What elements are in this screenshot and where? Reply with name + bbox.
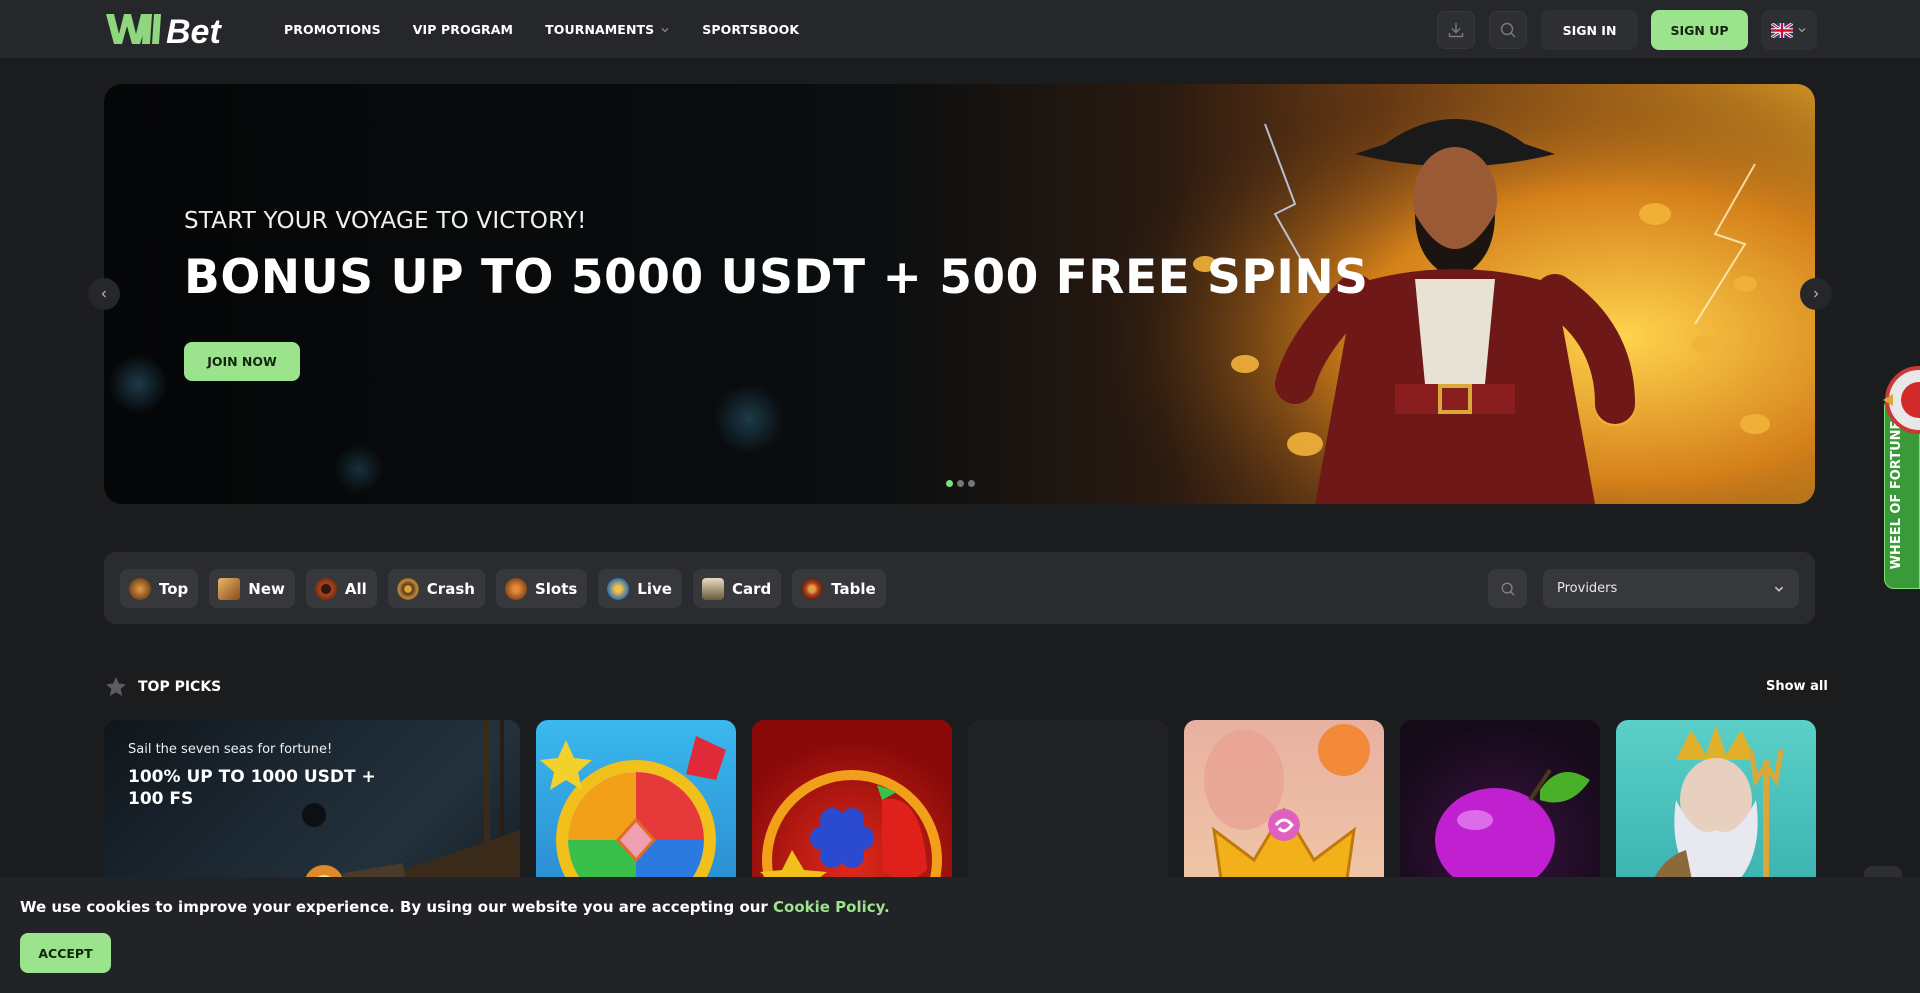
treasure-map-icon <box>218 577 241 600</box>
hero-banner[interactable]: START YOUR VOYAGE TO VICTORY! BONUS UP T… <box>104 84 1815 504</box>
cookie-banner: We use cookies to improve your experienc… <box>0 877 1920 993</box>
game-tile-loading[interactable] <box>968 720 1168 900</box>
category-live[interactable]: Live <box>598 569 682 608</box>
category-card-label: Card <box>731 579 772 598</box>
sign-in-button[interactable]: SIGN IN <box>1541 10 1638 50</box>
chevron-left-icon <box>101 290 106 298</box>
carousel-next-button[interactable] <box>1800 278 1832 310</box>
carousel-dot-1[interactable] <box>946 480 953 487</box>
language-selector[interactable] <box>1761 10 1817 50</box>
ship-wheel-icon <box>396 577 419 600</box>
download-icon <box>1448 23 1464 38</box>
carousel-prev-button[interactable] <box>88 278 120 310</box>
header-search-button[interactable] <box>1489 11 1527 49</box>
providers-label: Providers <box>1557 581 1618 596</box>
nav-promotions-label: PROMOTIONS <box>284 22 381 37</box>
category-crash[interactable]: Crash <box>387 569 485 608</box>
willbet-logo[interactable]: Bet <box>104 10 252 48</box>
accept-cookies-button[interactable]: ACCEPT <box>20 933 111 973</box>
search-icon <box>1500 22 1516 38</box>
category-card[interactable]: Card <box>692 569 782 608</box>
hero-subtitle: START YOUR VOYAGE TO VICTORY! <box>184 208 587 234</box>
nav-vip-program-label: VIP PROGRAM <box>412 22 514 37</box>
join-now-button[interactable]: JOIN NOW <box>184 342 300 381</box>
category-table-label: Table <box>831 579 876 598</box>
nav-tournaments-label: TOURNAMENTS <box>545 22 655 37</box>
game-tile-crown-candy[interactable] <box>1184 720 1384 900</box>
category-tabs: Top New All Crash Slots Live Card Table <box>120 569 886 608</box>
barrel-icon <box>504 577 527 600</box>
compass-icon <box>314 577 337 600</box>
category-new[interactable]: New <box>209 569 295 608</box>
nav-tournaments[interactable]: TOURNAMENTS <box>545 22 670 37</box>
bokeh-decoration <box>334 444 384 494</box>
cookie-policy-link[interactable]: Cookie Policy. <box>773 898 890 916</box>
promo-subtitle: Sail the seven seas for fortune! <box>128 742 333 757</box>
chest-icon <box>129 577 151 600</box>
crown-candy-icon <box>1194 724 1374 900</box>
game-tile-fruit-fire[interactable] <box>752 720 952 900</box>
carousel-dot-2[interactable] <box>957 480 964 487</box>
game-tile-plum[interactable] <box>1400 720 1600 900</box>
game-tile-candy-pinwheel[interactable] <box>536 720 736 900</box>
nav-vip-program[interactable]: VIP PROGRAM <box>413 22 513 37</box>
category-new-label: New <box>248 579 285 598</box>
chevron-down-icon <box>1774 586 1784 592</box>
hero-title: BONUS UP TO 5000 USDT + 500 FREE SPINS <box>184 250 1369 305</box>
fruit-fire-icon <box>760 770 942 900</box>
chevron-down-icon <box>1798 28 1806 33</box>
category-all-label: All <box>344 579 367 598</box>
star-icon <box>106 677 126 696</box>
promo-title: 100% UP TO 1000 USDT + 100 FS <box>128 767 376 809</box>
category-live-label: Live <box>637 579 672 598</box>
poseidon-icon <box>1646 725 1784 900</box>
svg-text:Bet: Bet <box>166 13 222 48</box>
uk-flag-icon <box>1771 22 1793 38</box>
category-crash-label: Crash <box>426 579 475 598</box>
sign-up-button[interactable]: SIGN UP <box>1651 10 1748 50</box>
bokeh-decoration <box>714 384 784 454</box>
skull-card-icon <box>701 577 724 600</box>
cookie-message: We use cookies to improve your experienc… <box>20 898 890 916</box>
category-bar: Top New All Crash Slots Live Card Table <box>104 552 1815 624</box>
providers-dropdown[interactable]: Providers <box>1543 569 1799 608</box>
category-top-label: Top <box>159 579 189 598</box>
cookie-text: We use cookies to improve your experienc… <box>20 898 774 916</box>
roulette-icon <box>801 577 824 600</box>
chevron-down-icon <box>661 27 669 32</box>
show-all-link[interactable]: Show all <box>1766 679 1828 694</box>
search-icon <box>1501 582 1515 596</box>
category-all[interactable]: All <box>305 569 377 608</box>
candy-pinwheel-icon <box>540 736 726 900</box>
game-search-button[interactable] <box>1488 569 1527 608</box>
top-picks-title: TOP PICKS <box>138 679 222 695</box>
category-top[interactable]: Top <box>120 569 199 608</box>
carousel-dots <box>946 480 975 487</box>
nav-sportsbook-label: SPORTSBOOK <box>702 22 800 37</box>
category-slots[interactable]: Slots <box>495 569 588 608</box>
plum-icon <box>1435 768 1590 892</box>
category-table[interactable]: Table <box>792 569 886 608</box>
download-button[interactable] <box>1437 11 1475 49</box>
bokeh-decoration <box>108 354 168 414</box>
site-header: Bet PROMOTIONS VIP PROGRAM TOURNAMENTS S… <box>0 0 1920 59</box>
chevron-right-icon <box>1814 290 1819 298</box>
parrot-icon <box>607 577 630 600</box>
nav-sportsbook[interactable]: SPORTSBOOK <box>702 22 799 37</box>
nav-promotions[interactable]: PROMOTIONS <box>284 22 381 37</box>
carousel-dot-3[interactable] <box>968 480 975 487</box>
category-slots-label: Slots <box>534 579 578 598</box>
top-picks-header: TOP PICKS <box>104 675 221 699</box>
promo-card[interactable]: Sail the seven seas for fortune! 100% UP… <box>104 720 520 900</box>
fortune-wheel-icon <box>1883 366 1920 434</box>
game-tile-poseidon[interactable] <box>1616 720 1816 900</box>
main-nav: PROMOTIONS VIP PROGRAM TOURNAMENTS SPORT… <box>284 0 799 59</box>
